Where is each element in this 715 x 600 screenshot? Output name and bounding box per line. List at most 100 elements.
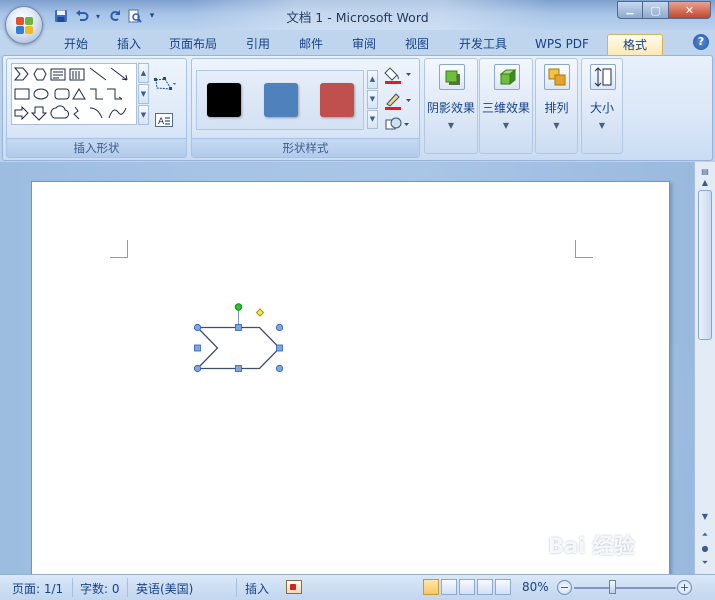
draft-view-icon[interactable] (495, 579, 511, 595)
vertical-text-box-icon (69, 68, 85, 81)
minimize-button[interactable]: ▁ (617, 1, 643, 19)
text-lines-icon (53, 71, 63, 79)
style-swatch-blue[interactable] (264, 83, 298, 117)
arrow-line-icon (110, 67, 128, 81)
view-buttons (423, 579, 511, 595)
print-layout-icon[interactable] (423, 579, 439, 595)
arrange-button[interactable]: 排列 ▼ (535, 58, 578, 154)
shape-outline-button[interactable] (384, 91, 414, 111)
zoom-in-button[interactable]: + (677, 580, 692, 595)
arrange-icon (544, 64, 570, 90)
chevron-shape-icon (13, 67, 29, 81)
adjust-handle[interactable] (255, 308, 265, 317)
shadow-effects-button[interactable]: 阴影效果 ▼ (424, 58, 478, 154)
close-icon: ✕ (684, 3, 695, 17)
triangle-shape-icon (72, 88, 86, 100)
scroll-down-icon[interactable]: ▼ (698, 510, 712, 523)
styles-gallery-scroll: ▲ ▼ ▼ (367, 70, 378, 130)
gallery-down-icon[interactable]: ▼ (138, 84, 149, 104)
maximize-button[interactable]: ▢ (643, 1, 669, 19)
language-indicator[interactable]: 英语(美国) (136, 580, 193, 597)
pen-outline-icon (385, 93, 411, 110)
resize-handle-right (276, 344, 283, 352)
resize-handle-left (194, 344, 201, 352)
crop-mark-top-right (575, 240, 593, 258)
style-swatch-black[interactable] (207, 83, 241, 117)
3d-effects-icon (494, 64, 520, 90)
zoom-out-button[interactable]: − (557, 580, 572, 595)
page-count[interactable]: 页面: 1/1 (12, 580, 63, 597)
ribbon-tabs: 开始 插入 页面布局 引用 邮件 审阅 视图 开发工具 WPS PDF 格式 (0, 30, 715, 55)
word-count[interactable]: 字数: 0 (80, 580, 120, 597)
svg-text:A: A (158, 117, 165, 126)
oval-shape-icon (33, 88, 49, 100)
zoom-slider-track[interactable] (574, 587, 676, 589)
resize-handle-bottom (235, 365, 242, 372)
maximize-icon: ▢ (650, 3, 661, 17)
resize-handle-tl (193, 323, 202, 332)
styles-down-icon[interactable]: ▼ (367, 90, 378, 109)
baidu-watermark-url: jingyan.baidu.com (566, 556, 659, 567)
chevron-shape[interactable] (190, 300, 290, 375)
office-button[interactable] (5, 6, 43, 44)
down-arrow-shape-icon (30, 106, 48, 121)
help-icon[interactable]: ? (693, 34, 709, 50)
octagon-shape-icon (33, 68, 47, 81)
3d-effects-button[interactable]: 三维效果 ▼ (479, 58, 533, 154)
full-screen-reading-icon[interactable] (441, 579, 457, 595)
chevron-outline (195, 326, 281, 370)
gallery-more-icon[interactable]: ▼ (138, 105, 149, 125)
scrollbar-thumb[interactable] (698, 190, 712, 340)
tab-view[interactable]: 视图 (396, 34, 438, 55)
shape-styles-label: 形状样式 (192, 138, 419, 157)
vertical-scrollbar[interactable]: ▤ ▲ ▼ ⏶ ● ⏷ (694, 162, 715, 574)
document-page[interactable] (31, 181, 670, 581)
arc-shape-icon (89, 107, 103, 119)
right-arrow-shape-icon (14, 105, 29, 121)
shadow-effects-label: 阴影效果 (426, 101, 475, 115)
chevron-down-icon: ▼ (553, 121, 560, 130)
gallery-up-icon[interactable]: ▲ (138, 63, 149, 83)
shape-styles-gallery (196, 70, 364, 130)
window-controls: ▁ ▢ ✕ (617, 1, 711, 19)
tab-developer[interactable]: 开发工具 (450, 34, 516, 55)
shapes-gallery-icons (13, 67, 128, 121)
insert-shapes-group: ▲ ▼ ▼ A 插入形状 (6, 58, 187, 158)
chevron-down-icon: ▼ (502, 121, 510, 130)
tab-references[interactable]: 引用 (237, 34, 279, 55)
select-browse-object-icon[interactable]: ● (698, 542, 712, 555)
insert-mode-indicator[interactable]: 插入 (245, 580, 269, 597)
tab-review[interactable]: 审阅 (343, 34, 385, 55)
style-swatch-red[interactable] (320, 83, 354, 117)
outline-view-icon[interactable] (477, 579, 493, 595)
rectangle-shape-icon (14, 88, 30, 100)
minimize-icon: ▁ (626, 5, 634, 15)
tab-wps-pdf[interactable]: WPS PDF (527, 34, 597, 55)
shape-styles-group: ▲ ▼ ▼ ↘ 形状样式 (191, 58, 420, 158)
shape-fill-button[interactable] (384, 65, 414, 85)
size-button[interactable]: 大小 ▼ (581, 58, 623, 154)
next-page-icon[interactable]: ⏷ (698, 556, 712, 569)
zoom-slider-thumb[interactable] (609, 580, 616, 594)
previous-page-icon[interactable]: ⏶ (698, 528, 712, 541)
tab-home[interactable]: 开始 (55, 34, 97, 55)
cloud-shape-icon (50, 105, 69, 119)
scroll-up-icon[interactable]: ▲ (698, 176, 712, 189)
macro-record-icon[interactable] (286, 580, 302, 594)
document-area (0, 162, 694, 581)
edit-shape-button[interactable] (153, 75, 177, 93)
styles-more-icon[interactable]: ▼ (367, 110, 378, 129)
tab-page-layout[interactable]: 页面布局 (160, 34, 226, 55)
ribbon: ▲ ▼ ▼ A 插入形状 ▲ ▼ ▼ 形状样式 阴影效果 ▼ 三维效果 ▼ 排列… (2, 55, 713, 161)
tab-mailings[interactable]: 邮件 (290, 34, 332, 55)
styles-up-icon[interactable]: ▲ (367, 70, 378, 89)
zoom-level[interactable]: 80% (522, 580, 549, 594)
resize-handle-top (235, 324, 242, 331)
tab-format[interactable]: 格式 (607, 34, 663, 55)
draw-text-box-icon[interactable]: A (155, 113, 173, 127)
web-layout-icon[interactable] (459, 579, 475, 595)
close-button[interactable]: ✕ (669, 1, 711, 19)
change-shape-button[interactable] (384, 115, 414, 135)
rotation-handle[interactable] (234, 303, 243, 311)
tab-insert[interactable]: 插入 (108, 34, 150, 55)
